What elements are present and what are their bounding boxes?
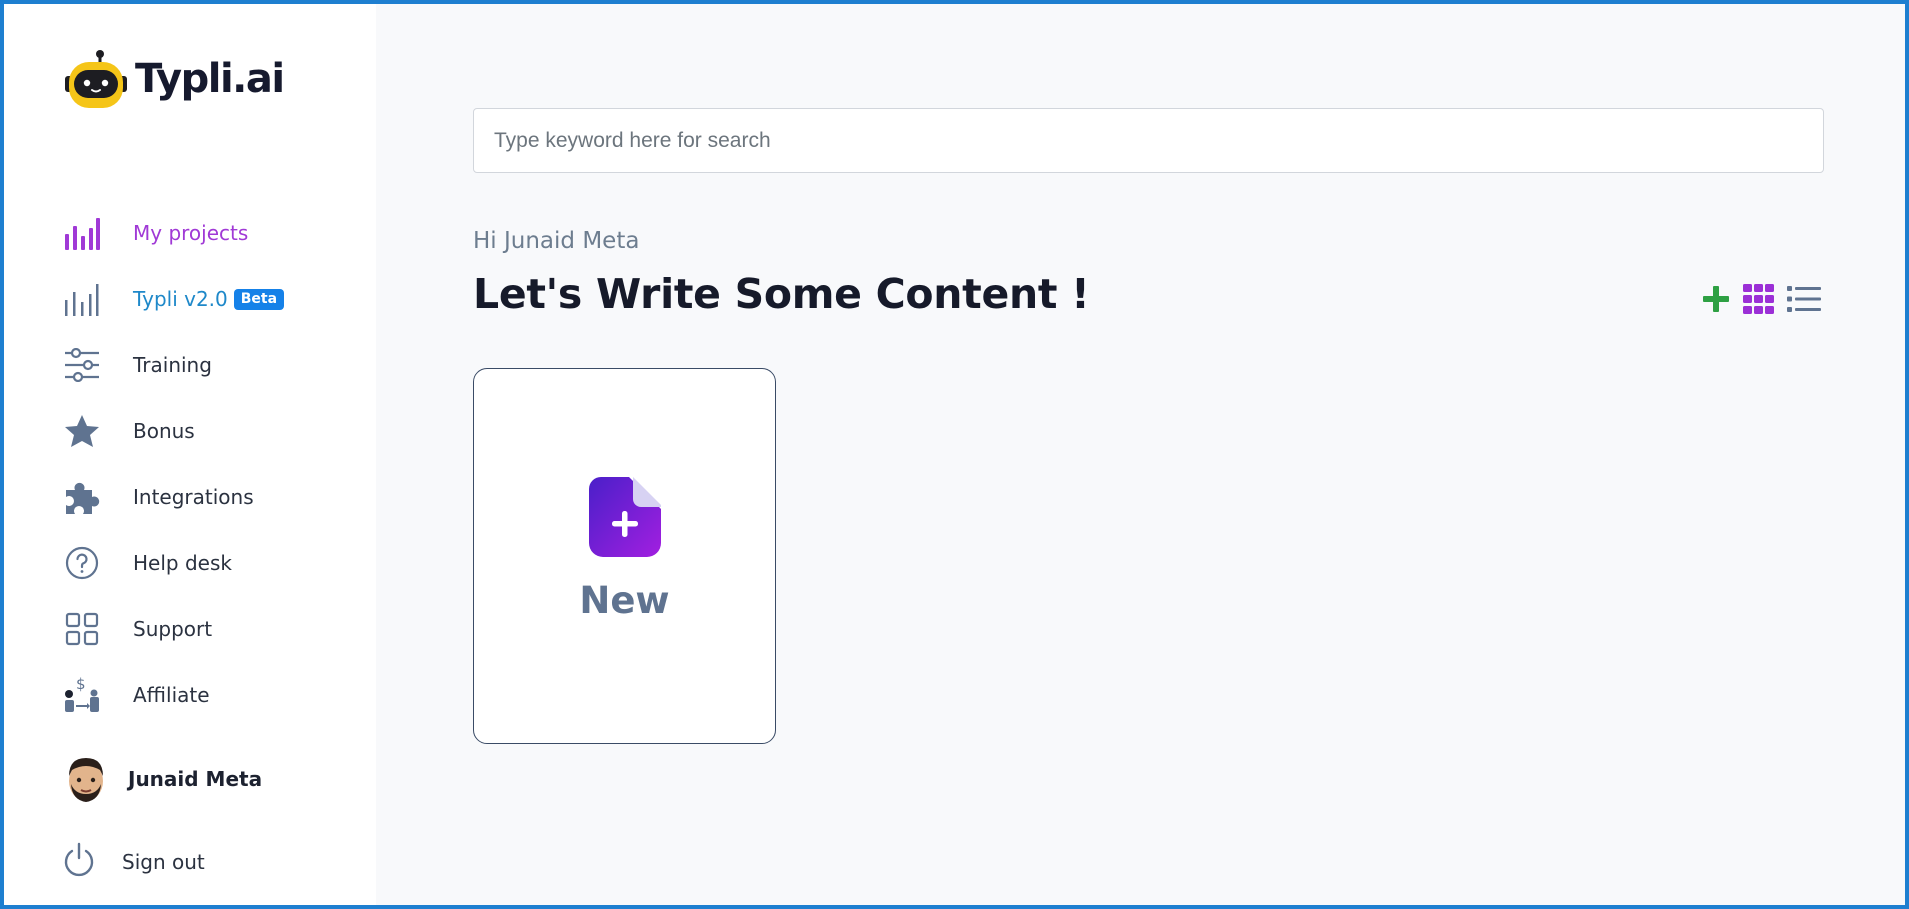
sidebar-item-bonus[interactable]: Bonus bbox=[62, 398, 284, 464]
sliders-icon bbox=[62, 345, 102, 385]
new-project-card[interactable]: New bbox=[473, 368, 776, 744]
user-name: Junaid Meta bbox=[128, 767, 263, 791]
beta-badge: Beta bbox=[233, 289, 285, 310]
sidebar-nav: My projects Typli v2.0 Beta Training Bon… bbox=[62, 200, 285, 728]
sidebar-item-help-desk[interactable]: Help desk bbox=[62, 530, 284, 596]
page-title: Let's Write Some Content ! bbox=[473, 270, 1090, 318]
sidebar-item-training[interactable]: Training bbox=[62, 332, 284, 398]
bar-chart-outline-icon bbox=[62, 279, 102, 319]
puzzle-icon bbox=[62, 477, 102, 517]
typli-v2-label: Typli v2.0 bbox=[133, 287, 228, 311]
sidebar-item-integrations[interactable]: Integrations bbox=[62, 464, 284, 530]
svg-text:$: $ bbox=[76, 676, 86, 693]
sidebar: Typli.ai My projects Typli v2.0 Beta Tra… bbox=[4, 4, 376, 905]
main-content: Hi Junaid Meta Let's Write Some Content … bbox=[376, 4, 1905, 905]
sidebar-item-label: Integrations bbox=[133, 485, 254, 509]
sidebar-item-label: Training bbox=[133, 353, 212, 377]
sidebar-item-label: Typli v2.0 Beta bbox=[133, 287, 285, 311]
sidebar-item-label: Affiliate bbox=[133, 683, 210, 707]
sidebar-item-label: Bonus bbox=[133, 419, 195, 443]
sidebar-item-affiliate[interactable]: $ Affiliate bbox=[62, 662, 284, 728]
add-project-icon[interactable] bbox=[1701, 284, 1731, 314]
robot-mascot-icon bbox=[65, 50, 127, 108]
app-window: Typli.ai My projects Typli v2.0 Beta Tra… bbox=[0, 0, 1909, 909]
sidebar-item-label: Support bbox=[133, 617, 213, 641]
sidebar-item-label: Help desk bbox=[133, 551, 232, 575]
star-icon bbox=[62, 411, 102, 451]
sign-out-button[interactable]: Sign out bbox=[62, 842, 205, 882]
sidebar-item-my-projects[interactable]: My projects bbox=[62, 200, 284, 266]
sidebar-item-support[interactable]: Support bbox=[62, 596, 284, 662]
grid-view-icon[interactable] bbox=[1743, 284, 1775, 314]
bar-chart-icon bbox=[62, 213, 102, 253]
question-circle-icon bbox=[62, 543, 102, 583]
sidebar-item-label: My projects bbox=[133, 221, 249, 245]
greeting-text: Hi Junaid Meta bbox=[473, 228, 640, 254]
grid-icon bbox=[62, 609, 102, 649]
user-profile[interactable]: Junaid Meta bbox=[64, 754, 262, 804]
power-icon bbox=[62, 842, 96, 882]
sidebar-item-typli-v2[interactable]: Typli v2.0 Beta bbox=[62, 266, 285, 332]
search-input[interactable] bbox=[473, 108, 1824, 173]
brand-name: Typli.ai bbox=[135, 56, 285, 102]
view-toggles bbox=[1701, 284, 1821, 314]
list-view-icon[interactable] bbox=[1787, 285, 1821, 313]
affiliate-icon: $ bbox=[62, 675, 102, 715]
new-card-label: New bbox=[579, 579, 670, 622]
new-document-icon bbox=[588, 477, 661, 557]
avatar bbox=[69, 758, 103, 802]
brand-logo[interactable]: Typli.ai bbox=[63, 48, 285, 112]
sign-out-label: Sign out bbox=[122, 850, 205, 874]
